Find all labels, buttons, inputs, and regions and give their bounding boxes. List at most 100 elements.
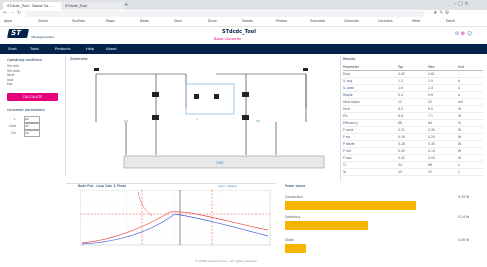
logo-tagline: life.augmented <box>31 35 54 39</box>
header-icons[interactable]: ✉ ⚙ ☺ <box>455 31 472 37</box>
loss-bar <box>285 201 416 210</box>
url-field[interactable] <box>25 11 425 17</box>
table-row: Pin 6.8 7.1 W <box>343 113 483 120</box>
table-row: Tj 54 68 C <box>343 162 483 169</box>
bookmark-item[interactable]: Meet <box>412 19 420 23</box>
bookmark-item[interactable]: Translate <box>310 19 325 23</box>
table-cell: Ta <box>343 170 347 174</box>
calculate-button[interactable]: CALCULATE <box>7 93 58 101</box>
reload-icon[interactable]: ↻ <box>17 10 21 16</box>
table-cell: 1.9 <box>428 79 433 83</box>
table-cell: 0.09 <box>398 149 405 153</box>
table-cell: A <box>458 93 461 97</box>
logo-text: ST <box>10 29 22 37</box>
schematic-diagram[interactable]: Q1 Q2 L GND <box>66 60 336 178</box>
nav-tools[interactable]: Tools <box>30 44 39 54</box>
table-cell: Duty <box>343 72 351 76</box>
bar-track <box>285 221 435 230</box>
bar-track <box>285 244 435 253</box>
results-table: Parameter Typ Max Unit Duty 0.42 0.61 - IL a… <box>343 64 483 176</box>
nav-about[interactable]: About <box>106 44 117 54</box>
main-nav <box>0 44 487 54</box>
cin-input[interactable]: 10 <box>24 130 40 137</box>
bookmark-item[interactable]: Apps <box>4 19 12 23</box>
nav-products[interactable]: Products <box>55 44 71 54</box>
nav-start[interactable]: Start <box>8 44 17 54</box>
table-cell: 0.04 <box>428 156 435 160</box>
table-cell: 1.6 <box>398 86 403 90</box>
svg-text:Q1: Q1 <box>124 119 128 123</box>
share-icon[interactable]: ✉ <box>455 31 459 37</box>
table-cell: 1.2 <box>398 79 403 83</box>
results-title: Results <box>343 57 356 61</box>
table-cell: W <box>458 156 462 160</box>
table-cell: P cond <box>343 128 354 132</box>
back-icon[interactable]: ← <box>3 10 7 16</box>
st-logo: ST <box>7 29 29 38</box>
table-cell: W <box>458 142 462 146</box>
bookmark-item[interactable]: Gmail <box>38 19 48 23</box>
column-header: Parameter <box>343 65 360 69</box>
table-cell: Pout <box>343 107 350 111</box>
table-cell: 0.42 <box>398 72 405 76</box>
app-title: STdcdc_Tool <box>222 29 256 35</box>
extensions-icon[interactable]: ★ ✎ ⚙ <box>433 10 449 16</box>
table-row: IL avg 1.2 1.9 A <box>343 78 483 85</box>
table-row: P ind 0.09 0.14 W <box>343 148 483 155</box>
user-icon[interactable]: ☺ <box>467 31 472 37</box>
table-cell: Efficiency <box>343 121 358 125</box>
table-cell: P diode <box>343 142 355 146</box>
field-label: L <box>14 117 16 121</box>
table-row: P cap 0.02 0.04 W <box>343 155 483 162</box>
browser-tab[interactable]: STdcdc_Tool <box>61 2 125 10</box>
bookmark-item[interactable]: Drive <box>208 19 217 23</box>
table-row: P sw 0.18 0.24 W <box>343 134 483 141</box>
bookmark-item[interactable]: YouTube <box>72 19 85 23</box>
column-header: Max <box>428 65 435 69</box>
bookmark-item[interactable]: Contacts <box>378 19 393 23</box>
browser-tab-active[interactable]: STdcdc_Tool - Boost Ca... <box>3 2 63 10</box>
table-cell: P cap <box>343 156 352 160</box>
table-cell: IL peak <box>343 86 355 90</box>
forward-icon[interactable]: → <box>10 10 14 16</box>
bookmark-item[interactable]: Docs <box>174 19 182 23</box>
table-cell: 0.35 <box>428 128 435 132</box>
settings-icon[interactable]: ⚙ <box>461 31 465 37</box>
table-cell: A <box>458 79 461 83</box>
table-cell: 2.4 <box>428 86 433 90</box>
loss-value: 0.35 W <box>458 195 470 199</box>
table-cell: 0.6 <box>428 93 433 97</box>
table-cell: C <box>458 163 461 167</box>
table-cell: C <box>458 170 461 174</box>
inductance-input[interactable]: 22 <box>24 116 40 123</box>
table-cell: 0.4 <box>398 93 403 97</box>
table-cell: W <box>458 128 462 132</box>
cout-input[interactable]: 47 <box>24 123 40 130</box>
bookmark-item[interactable]: News <box>140 19 149 23</box>
table-cell: P ind <box>343 149 351 153</box>
table-cell: A <box>458 86 461 90</box>
param-label: fsw <box>7 82 13 87</box>
bode-plot[interactable] <box>80 190 272 250</box>
bar-label: Switching <box>285 215 301 219</box>
svg-text:Q2: Q2 <box>256 119 260 123</box>
bookmark-item[interactable]: Maps <box>106 19 115 23</box>
table-row: IL peak 1.6 2.4 A <box>343 85 483 92</box>
bookmark-item[interactable]: Photos <box>276 19 287 23</box>
footer-text: © STMicroelectronics - All rights reserv… <box>195 259 258 263</box>
bookmark-item[interactable]: Sheets <box>242 19 253 23</box>
table-cell: 6.8 <box>398 114 403 118</box>
tab-title: STdcdc_Tool <box>65 4 87 8</box>
table-cell: 12 <box>398 100 402 104</box>
nav-help[interactable]: Help <box>86 44 94 54</box>
table-cell: W <box>458 149 462 153</box>
window-controls[interactable]: – □ × <box>454 1 469 7</box>
bookmark-item[interactable]: Calendar <box>344 19 359 23</box>
table-row: Vout ripple 12 20 mV <box>343 99 483 106</box>
table-cell: mV <box>458 100 464 104</box>
new-tab-icon[interactable]: + <box>124 2 128 8</box>
table-cell: 7.1 <box>428 114 433 118</box>
bookmark-item[interactable]: Earth <box>446 19 455 23</box>
loss-bar <box>285 221 368 230</box>
bookmarks-list: Apps Gmail YouTube Maps News Docs Drive … <box>4 18 484 26</box>
